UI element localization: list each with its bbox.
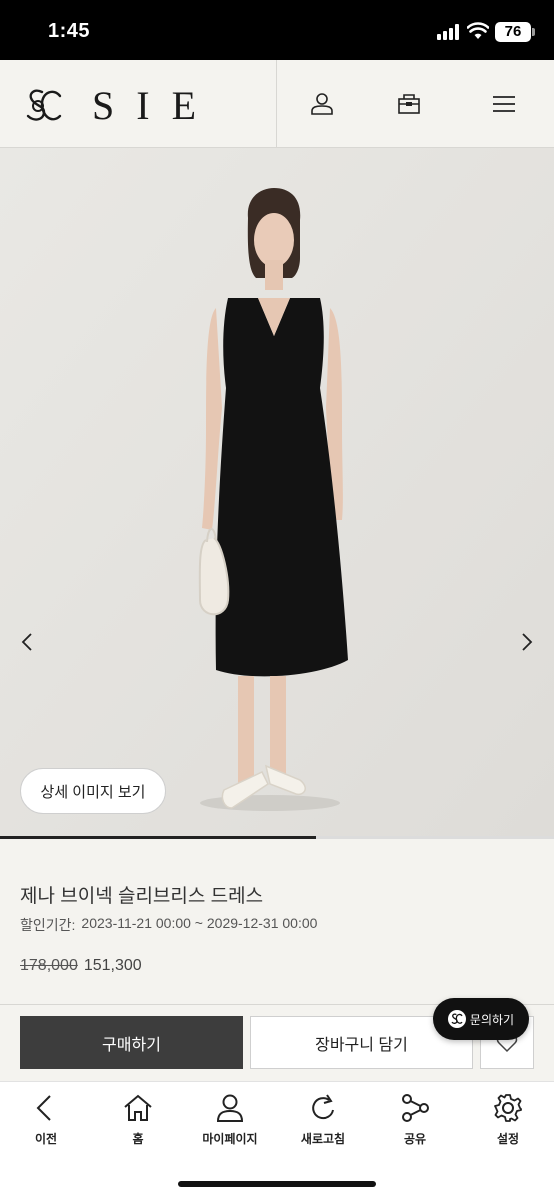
discount-period-value: 2023-11-21 00:00 ~ 2029-12-31 00:00 bbox=[81, 915, 318, 931]
discount-period: 할인기간: 2023-11-21 00:00 ~ 2029-12-31 00:0… bbox=[20, 915, 317, 935]
product-image-gallery[interactable]: 상세 이미지 보기 bbox=[0, 148, 554, 836]
inquiry-label: 문의하기 bbox=[469, 1012, 515, 1027]
nav-mypage[interactable]: 마이페이지 bbox=[190, 1092, 270, 1147]
nav-home[interactable]: 홈 bbox=[98, 1092, 178, 1147]
user-icon[interactable] bbox=[304, 86, 340, 122]
product-photo bbox=[0, 148, 554, 836]
shopping-bag-icon[interactable] bbox=[391, 86, 427, 122]
nav-refresh[interactable]: 새로고침 bbox=[283, 1092, 363, 1147]
nav-share-label: 공유 bbox=[403, 1132, 427, 1146]
discount-period-label: 할인기간: bbox=[20, 917, 76, 933]
battery-level: 76 bbox=[495, 22, 531, 42]
header-divider bbox=[276, 60, 277, 148]
brand-monogram-icon bbox=[26, 89, 62, 121]
menu-icon[interactable] bbox=[486, 86, 522, 122]
product-info: 제나 브이넥 슬리브리스 드레스 할인기간: 2023-11-21 00:00 … bbox=[0, 839, 554, 1005]
sale-price: 151,300 bbox=[83, 957, 142, 974]
status-time: 1:45 bbox=[48, 20, 91, 42]
back-arrow-icon bbox=[36, 1095, 51, 1121]
nav-back-label: 이전 bbox=[34, 1132, 58, 1146]
nav-refresh-label: 새로고침 bbox=[300, 1132, 346, 1146]
nav-back[interactable]: 이전 bbox=[6, 1092, 86, 1147]
nav-mypage-label: 마이페이지 bbox=[202, 1132, 258, 1146]
status-bar: 1:45 76 bbox=[0, 0, 554, 60]
detail-images-button[interactable]: 상세 이미지 보기 bbox=[20, 768, 166, 814]
brand-monogram-icon bbox=[447, 1010, 466, 1028]
battery-tip bbox=[532, 28, 535, 36]
home-indicator bbox=[178, 1181, 376, 1187]
inquiry-floating-button[interactable]: 문의하기 bbox=[433, 998, 529, 1040]
cellular-signal-icon bbox=[437, 24, 463, 40]
previous-image-arrow-icon[interactable] bbox=[14, 628, 42, 656]
nav-settings[interactable]: 설정 bbox=[468, 1092, 548, 1147]
home-icon bbox=[124, 1094, 152, 1121]
price-row: 178,000 151,300 bbox=[20, 957, 142, 975]
user-icon bbox=[216, 1094, 244, 1122]
gear-icon bbox=[494, 1094, 522, 1122]
buy-now-button[interactable]: 구매하기 bbox=[20, 1016, 243, 1069]
wifi-icon bbox=[467, 22, 489, 39]
product-name: 제나 브이넥 슬리브리스 드레스 bbox=[20, 886, 264, 907]
brand-logo[interactable]: SIE bbox=[22, 82, 218, 129]
next-image-arrow-icon[interactable] bbox=[512, 628, 540, 656]
nav-settings-label: 설정 bbox=[496, 1132, 520, 1146]
original-price: 178,000 bbox=[20, 957, 78, 974]
site-header: SIE bbox=[0, 60, 554, 148]
nav-home-label: 홈 bbox=[132, 1132, 144, 1146]
brand-name: SIE bbox=[92, 83, 218, 128]
share-icon bbox=[402, 1094, 429, 1122]
refresh-icon bbox=[312, 1094, 334, 1120]
nav-share[interactable]: 공유 bbox=[375, 1092, 455, 1147]
